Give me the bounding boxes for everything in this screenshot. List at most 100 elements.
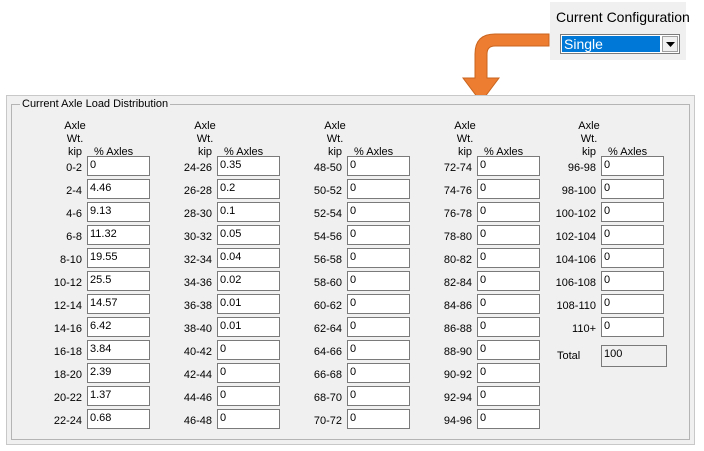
weight-range-label: 2-4 — [66, 185, 82, 197]
percent-axles-input[interactable]: 0.1 — [217, 202, 280, 222]
percent-axles-input[interactable]: 0 — [601, 271, 664, 291]
percent-axles-input[interactable]: 2.39 — [87, 363, 150, 383]
percent-axles-input[interactable]: 0 — [347, 386, 410, 406]
percent-axles-input[interactable]: 6.42 — [87, 317, 150, 337]
percent-axles-input[interactable]: 0 — [347, 179, 410, 199]
axle-weight-header: Axle Wt. kip — [185, 120, 225, 159]
percent-axles-input[interactable]: 0 — [601, 294, 664, 314]
percent-axles-input[interactable]: 0.35 — [217, 156, 280, 176]
percent-axles-input[interactable]: 0.2 — [217, 179, 280, 199]
percent-axles-input[interactable]: 1.37 — [87, 386, 150, 406]
weight-range-label: 66-68 — [313, 369, 342, 381]
weight-range-label: 100-102 — [555, 208, 596, 220]
weight-range-label: 42-44 — [183, 369, 212, 381]
weight-range-label: 82-84 — [443, 277, 472, 289]
percent-axles-input[interactable]: 0 — [477, 248, 540, 268]
weight-range-label: 24-26 — [183, 162, 212, 174]
percent-axles-input[interactable]: 0 — [477, 179, 540, 199]
axle-weight-header-line: Axle — [64, 120, 86, 132]
axle-weight-header-line: Wt. — [196, 133, 214, 145]
percent-axles-input[interactable]: 0.04 — [217, 248, 280, 268]
percent-axles-input[interactable]: 0 — [601, 202, 664, 222]
config-select[interactable]: Single — [560, 34, 680, 54]
weight-range-label: 16-18 — [53, 346, 82, 358]
percent-axles-input[interactable]: 0 — [477, 363, 540, 383]
percent-axles-input[interactable]: 0 — [601, 225, 664, 245]
axle-weight-header-line: Wt. — [326, 133, 344, 145]
groupbox-title: Current Axle Load Distribution — [20, 98, 171, 110]
percent-axles-input[interactable]: 0.68 — [87, 409, 150, 429]
weight-range-label: 0-2 — [66, 162, 82, 174]
percent-axles-input[interactable]: 14.57 — [87, 294, 150, 314]
weight-range-label: 22-24 — [53, 415, 82, 427]
weight-range-label: 38-40 — [183, 323, 212, 335]
percent-axles-input[interactable]: 0 — [347, 363, 410, 383]
percent-axles-input[interactable]: 0 — [477, 317, 540, 337]
percent-axles-input[interactable]: 0 — [347, 271, 410, 291]
percent-axles-input[interactable]: 0 — [477, 202, 540, 222]
weight-range-label: 20-22 — [53, 392, 82, 404]
percent-axles-input[interactable]: 0 — [477, 409, 540, 429]
axle-weight-header: Axle Wt. kip — [315, 120, 355, 159]
percent-axles-input[interactable]: 0.01 — [217, 294, 280, 314]
percent-axles-input[interactable]: 0 — [87, 156, 150, 176]
percent-axles-input[interactable]: 0 — [601, 317, 664, 337]
weight-range-label: 68-70 — [313, 392, 342, 404]
axle-load-groupbox: Current Axle Load Distribution Axle Wt. ki… — [11, 98, 690, 440]
config-selected-value[interactable]: Single — [562, 36, 660, 52]
percent-axles-input[interactable]: 0 — [347, 294, 410, 314]
percent-axles-input[interactable]: 0 — [477, 271, 540, 291]
weight-range-label: 72-74 — [443, 162, 472, 174]
percent-axles-input[interactable]: 0 — [217, 340, 280, 360]
weight-range-label: 70-72 — [313, 415, 342, 427]
percent-axles-input[interactable]: 0 — [477, 340, 540, 360]
weight-range-label: 76-78 — [443, 208, 472, 220]
axle-weight-header-line: Wt. — [580, 133, 598, 145]
weight-range-label: 44-46 — [183, 392, 212, 404]
percent-axles-input[interactable]: 0 — [477, 225, 540, 245]
weight-range-label: 36-38 — [183, 300, 212, 312]
weight-range-label: 28-30 — [183, 208, 212, 220]
axle-load-panel: Current Axle Load Distribution Axle Wt. ki… — [6, 95, 695, 445]
percent-axles-input[interactable]: 0 — [347, 156, 410, 176]
percent-axles-input[interactable]: 0 — [347, 248, 410, 268]
percent-axles-input[interactable]: 9.13 — [87, 202, 150, 222]
weight-range-label: 58-60 — [313, 277, 342, 289]
percent-axles-input[interactable]: 0.02 — [217, 271, 280, 291]
percent-axles-input[interactable]: 0 — [601, 248, 664, 268]
weight-range-label: 10-12 — [53, 277, 82, 289]
percent-axles-input[interactable]: 0.05 — [217, 225, 280, 245]
weight-range-label: 14-16 — [53, 323, 82, 335]
percent-axles-input[interactable]: 0.01 — [217, 317, 280, 337]
percent-axles-input[interactable]: 0 — [347, 409, 410, 429]
weight-range-label: 54-56 — [313, 231, 342, 243]
axle-weight-header-line: Axle — [454, 120, 476, 132]
percent-axles-input[interactable]: 19.55 — [87, 248, 150, 268]
axle-weight-header: Axle Wt. kip — [569, 120, 609, 159]
percent-axles-input[interactable]: 0 — [477, 156, 540, 176]
percent-axles-input[interactable]: 0 — [601, 156, 664, 176]
percent-axles-input[interactable]: 0 — [217, 409, 280, 429]
percent-axles-input[interactable]: 3.84 — [87, 340, 150, 360]
weight-range-label: 94-96 — [443, 415, 472, 427]
weight-range-label: 34-36 — [183, 277, 212, 289]
weight-range-label: 64-66 — [313, 346, 342, 358]
total-label: Total — [557, 350, 581, 362]
axle-weight-header-line: Wt. — [456, 133, 474, 145]
percent-axles-input[interactable]: 11.32 — [87, 225, 150, 245]
weight-range-label: 52-54 — [313, 208, 342, 220]
percent-axles-input[interactable]: 25.5 — [87, 271, 150, 291]
percent-axles-input[interactable]: 0 — [217, 386, 280, 406]
percent-axles-input[interactable]: 0 — [477, 294, 540, 314]
percent-axles-input[interactable]: 4.46 — [87, 179, 150, 199]
percent-axles-input[interactable]: 0 — [347, 225, 410, 245]
percent-axles-input[interactable]: 0 — [347, 202, 410, 222]
weight-range-label: 90-92 — [443, 369, 472, 381]
percent-axles-input[interactable]: 0 — [477, 386, 540, 406]
percent-axles-input[interactable]: 0 — [347, 340, 410, 360]
percent-axles-input[interactable]: 0 — [217, 363, 280, 383]
percent-axles-input[interactable]: 0 — [601, 179, 664, 199]
weight-range-label: 104-106 — [555, 254, 596, 266]
dropdown-button[interactable] — [662, 36, 678, 52]
percent-axles-input[interactable]: 0 — [347, 317, 410, 337]
